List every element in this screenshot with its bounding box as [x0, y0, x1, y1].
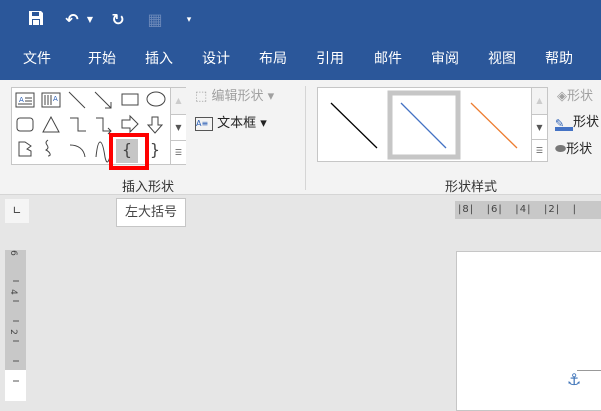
tab-review[interactable]: 审阅 — [431, 49, 459, 69]
svg-text:A: A — [19, 96, 24, 104]
shape-outline-label: 形状 — [573, 115, 600, 130]
style-orange-line — [470, 102, 518, 149]
insert-shapes-group-label: 插入形状 — [122, 180, 175, 195]
tab-design[interactable]: 设计 — [202, 49, 230, 69]
rectangle-icon — [121, 93, 139, 106]
shape-effects-icon: ⬬ — [555, 142, 567, 157]
styles-scroll-down[interactable]: ▼ — [531, 114, 547, 139]
save-icon[interactable] — [27, 10, 45, 30]
tab-insert[interactable]: 插入 — [145, 49, 173, 69]
h-ruler-label: 8 — [462, 204, 470, 215]
shape-outline-button[interactable]: ✎ 形状 — [555, 114, 599, 132]
tab-mailings[interactable]: 邮件 — [374, 49, 402, 69]
horizontal-ruler: |8| |6| |4| |2| | — [455, 201, 601, 219]
styles-scroll-up[interactable]: ▲ — [531, 88, 547, 114]
h-ruler-label: 4 — [519, 204, 528, 215]
oval-icon — [146, 91, 166, 107]
shape-fill-label: 形状 — [567, 89, 594, 104]
freeform-icon — [18, 141, 32, 157]
shapes-gallery: A A { } ▲ ▼ ☰ — [11, 87, 186, 165]
shape-effects-label: 形状 — [566, 142, 593, 157]
edit-shape-icon: ⬚ — [195, 89, 208, 104]
arc-icon — [69, 144, 86, 158]
shape-fill-button[interactable]: ◈形状 — [557, 88, 593, 106]
ruler-tab-selector[interactable]: ∟ — [5, 199, 29, 223]
tab-home[interactable]: 开始 — [88, 49, 116, 69]
svg-text:A: A — [53, 95, 58, 103]
text-box-icon: A≡ — [195, 116, 213, 131]
h-ruler-label: 2 — [548, 204, 556, 215]
shape-styles-group-label: 形状样式 — [445, 180, 498, 195]
title-bar: ↶ ▼ ↻ ▦ ▾ 文件 开始 插入 设计 布局 引用 邮件 审阅 视图 帮助 — [0, 0, 601, 80]
text-box-vertical-icon[interactable]: A — [41, 92, 61, 108]
paint-bucket-icon: ◈ — [557, 89, 567, 104]
rounded-rectangle-icon — [16, 117, 34, 132]
text-box-horizontal-icon[interactable]: A — [15, 92, 35, 108]
group-separator — [305, 86, 306, 190]
gallery-scroll-up[interactable]: ▲ — [170, 88, 186, 114]
style-selected-frame — [387, 90, 461, 160]
triangle-icon — [42, 115, 60, 133]
v-ruler-label: 6 — [7, 250, 18, 256]
vertical-ruler: 6 4 2 — [5, 250, 26, 401]
edit-shape-label: 编辑形状 — [211, 89, 264, 104]
anchor-icon: ⚓ — [567, 370, 582, 389]
document-page[interactable]: ⚓ — [456, 251, 601, 411]
tab-file[interactable]: 文件 — [23, 49, 51, 69]
pen-outline-icon: ✎ — [555, 115, 573, 131]
undo-icon[interactable]: ↶ — [62, 10, 82, 30]
text-box-label: 文本框 — [217, 116, 257, 131]
line-icon — [68, 91, 86, 109]
ribbon: A A { } ▲ ▼ ☰ ⬚ 编辑形状 ▾ A≡ 文本框 ▾ 插入形状 ▲ ▼… — [0, 80, 601, 195]
shape-styles-gallery: ▲ ▼ ☰ — [317, 87, 548, 162]
redo-icon[interactable]: ↻ — [108, 10, 128, 30]
arrow-line-icon — [94, 91, 112, 109]
selection-highlight — [109, 133, 149, 170]
elbow-connector-icon — [70, 117, 86, 132]
v-ruler-label: 4 — [7, 289, 18, 295]
customize-icon[interactable]: ▾ — [184, 10, 194, 30]
scribble-icon — [45, 139, 51, 157]
tab-references[interactable]: 引用 — [316, 49, 344, 69]
tab-view[interactable]: 视图 — [488, 49, 516, 69]
elbow-arrow-connector-icon — [96, 117, 112, 135]
right-arrow-icon — [121, 114, 139, 134]
style-black-line — [330, 102, 378, 149]
tab-layout[interactable]: 布局 — [259, 49, 287, 69]
undo-dropdown-icon[interactable]: ▼ — [86, 10, 94, 30]
tooltip: 左大括号 — [116, 198, 186, 227]
tab-help[interactable]: 帮助 — [545, 49, 573, 69]
down-arrow-icon — [146, 116, 164, 134]
gallery-scroll-down[interactable]: ▼ — [170, 114, 186, 140]
text-box-button[interactable]: A≡ 文本框 ▾ — [195, 115, 267, 133]
edit-shape-button: ⬚ 编辑形状 ▾ — [195, 89, 275, 104]
shape-effects-button[interactable]: ⬬形状 — [555, 141, 592, 159]
h-ruler-label: 6 — [491, 204, 499, 215]
v-ruler-label: 2 — [7, 329, 18, 335]
gallery-more[interactable]: ☰ — [170, 140, 186, 164]
styles-more[interactable]: ☰ — [531, 139, 547, 161]
table-draw-icon: ▦ — [147, 10, 163, 29]
